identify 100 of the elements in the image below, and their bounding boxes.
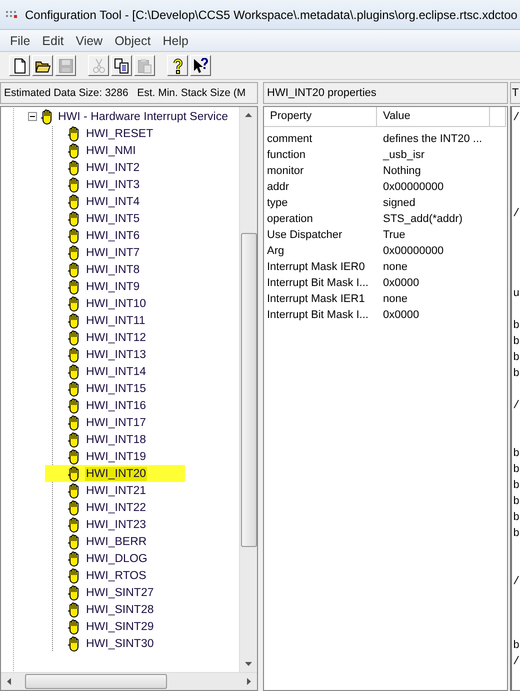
tree-item[interactable]: HWI_INT5 xyxy=(85,212,141,226)
menu-item[interactable]: Object xyxy=(108,34,157,48)
hand-icon xyxy=(67,584,81,600)
tree-item[interactable]: HWI_INT19 xyxy=(85,450,148,464)
table-cell-text: Use Dispatcher xyxy=(266,229,344,241)
hand-icon xyxy=(67,142,81,158)
menu-item[interactable]: View xyxy=(70,34,109,48)
menu-item[interactable]: File xyxy=(4,34,36,48)
horizontal-scrollbar[interactable] xyxy=(1,672,257,690)
tree-item[interactable]: HWI_INT22 xyxy=(85,500,148,514)
table-cell-text: Interrupt Mask IER0 xyxy=(266,261,366,273)
code-line: b xyxy=(512,335,520,350)
code-line: b xyxy=(512,511,520,526)
hand-icon xyxy=(67,618,81,634)
tree-item[interactable]: HWI_INT7 xyxy=(85,246,141,260)
table-cell-text: defines the INT20 ... xyxy=(382,133,484,145)
folder-button[interactable] xyxy=(32,55,53,76)
code-line: b xyxy=(512,319,520,334)
copy-icon xyxy=(114,58,130,74)
column-header[interactable]: Value xyxy=(377,107,490,127)
hand-icon xyxy=(67,466,81,482)
tree-item[interactable]: HWI_INT23 xyxy=(85,518,148,532)
hand-icon xyxy=(67,602,81,618)
tree-item[interactable]: HWI_RTOS xyxy=(85,568,148,582)
scroll-thumb[interactable] xyxy=(240,233,256,547)
column-header[interactable]: Property xyxy=(264,107,377,127)
menu-item[interactable]: Help xyxy=(156,34,194,48)
column-header xyxy=(490,107,506,127)
tree-item[interactable]: HWI_INT8 xyxy=(85,262,141,276)
app-icon xyxy=(6,10,20,20)
hand-icon xyxy=(67,482,81,498)
tree-item[interactable]: HWI_RESET xyxy=(85,126,154,140)
table-cell-text: Interrupt Bit Mask I... xyxy=(266,277,370,289)
tree-item[interactable]: HWI_SINT27 xyxy=(85,586,155,600)
tree-item[interactable]: HWI_INT4 xyxy=(85,194,141,208)
code-line: / xyxy=(512,207,520,222)
tree-item[interactable]: HWI_INT20 xyxy=(85,466,148,480)
scroll-thumb[interactable] xyxy=(25,674,167,689)
table-cell-text: _usb_isr xyxy=(382,149,426,161)
hand-icon xyxy=(67,414,81,430)
tree-item[interactable]: HWI_SINT28 xyxy=(85,602,155,616)
pointer-question-button[interactable] xyxy=(190,55,211,76)
table-cell-text: addr xyxy=(266,181,290,193)
scissors-icon xyxy=(90,58,106,74)
tree-item[interactable]: HWI_INT3 xyxy=(85,178,141,192)
hand-icon xyxy=(67,176,81,192)
table-cell-text: function xyxy=(266,149,307,161)
code-line: / xyxy=(512,111,520,126)
tree-item[interactable]: HWI_SINT29 xyxy=(85,620,155,634)
hand-icon xyxy=(67,160,81,176)
hand-icon xyxy=(67,364,81,380)
window-title: Configuration Tool - [C:\Develop\CCS5 Workspace\.metadata\.plugins\org.eclipse.rtsc.xdctoo xyxy=(25,8,518,22)
tree-item[interactable]: HWI_NMI xyxy=(85,144,137,158)
hand-icon xyxy=(67,636,81,652)
hand-icon xyxy=(67,296,81,312)
code-line: / xyxy=(512,399,520,414)
code-line: / xyxy=(512,575,520,590)
hand-icon xyxy=(67,380,81,396)
clipboard-icon xyxy=(136,58,152,74)
tree-item[interactable]: HWI_INT15 xyxy=(85,382,148,396)
table-cell-text: operation xyxy=(266,213,314,225)
tree-item[interactable]: HWI_INT18 xyxy=(85,432,148,446)
tree-item[interactable]: HWI_INT13 xyxy=(85,348,148,362)
tree-item[interactable]: HWI - Hardware Interrupt Service xyxy=(57,110,229,124)
tree-item[interactable]: HWI_INT17 xyxy=(85,416,148,430)
table-cell-text: Interrupt Mask IER1 xyxy=(266,293,366,305)
pane-header: HWI_INT20 properties xyxy=(263,82,508,104)
table-cell-text: 0x0000 xyxy=(382,309,420,321)
table-cell-text: type xyxy=(266,197,289,209)
hand-icon xyxy=(67,432,81,448)
left-arrow-icon xyxy=(7,678,11,685)
code-line: b xyxy=(512,463,520,478)
table-cell-text: Arg xyxy=(266,245,286,257)
tree-item[interactable]: HWI_INT21 xyxy=(85,484,148,498)
tree-item[interactable]: HWI_DLOG xyxy=(85,552,148,566)
hand-icon xyxy=(67,448,81,464)
tree-item[interactable]: HWI_INT10 xyxy=(85,296,148,310)
tree-item[interactable]: HWI_INT12 xyxy=(85,330,148,344)
question-mark-button[interactable] xyxy=(167,55,188,76)
copy-button[interactable] xyxy=(111,55,132,76)
tree-item[interactable]: HWI_INT11 xyxy=(85,314,146,328)
code-line: b xyxy=(512,495,520,510)
tree-item[interactable]: HWI_INT16 xyxy=(85,398,148,412)
table-cell-text: none xyxy=(382,261,408,273)
tree-item[interactable]: HWI_INT6 xyxy=(85,228,141,242)
tree-item[interactable]: HWI_INT2 xyxy=(85,160,141,174)
table-cell-text: comment xyxy=(266,133,314,145)
tree-item[interactable]: HWI_INT14 xyxy=(85,364,148,378)
table-cell-text: Interrupt Bit Mask I... xyxy=(266,309,370,321)
menu-item[interactable]: Edit xyxy=(36,34,70,48)
tree-item[interactable]: HWI_BERR xyxy=(85,534,148,548)
table-cell-text: 0x00000000 xyxy=(382,181,445,193)
up-arrow-icon xyxy=(245,113,252,117)
hand-icon xyxy=(40,108,54,124)
tree-item[interactable]: HWI_INT9 xyxy=(85,280,141,294)
hand-icon xyxy=(67,228,81,244)
new-file-button[interactable] xyxy=(9,55,30,76)
vertical-scrollbar[interactable] xyxy=(239,107,257,672)
tree-item[interactable]: HWI_SINT30 xyxy=(85,636,155,650)
pointer-question-icon xyxy=(192,58,208,74)
